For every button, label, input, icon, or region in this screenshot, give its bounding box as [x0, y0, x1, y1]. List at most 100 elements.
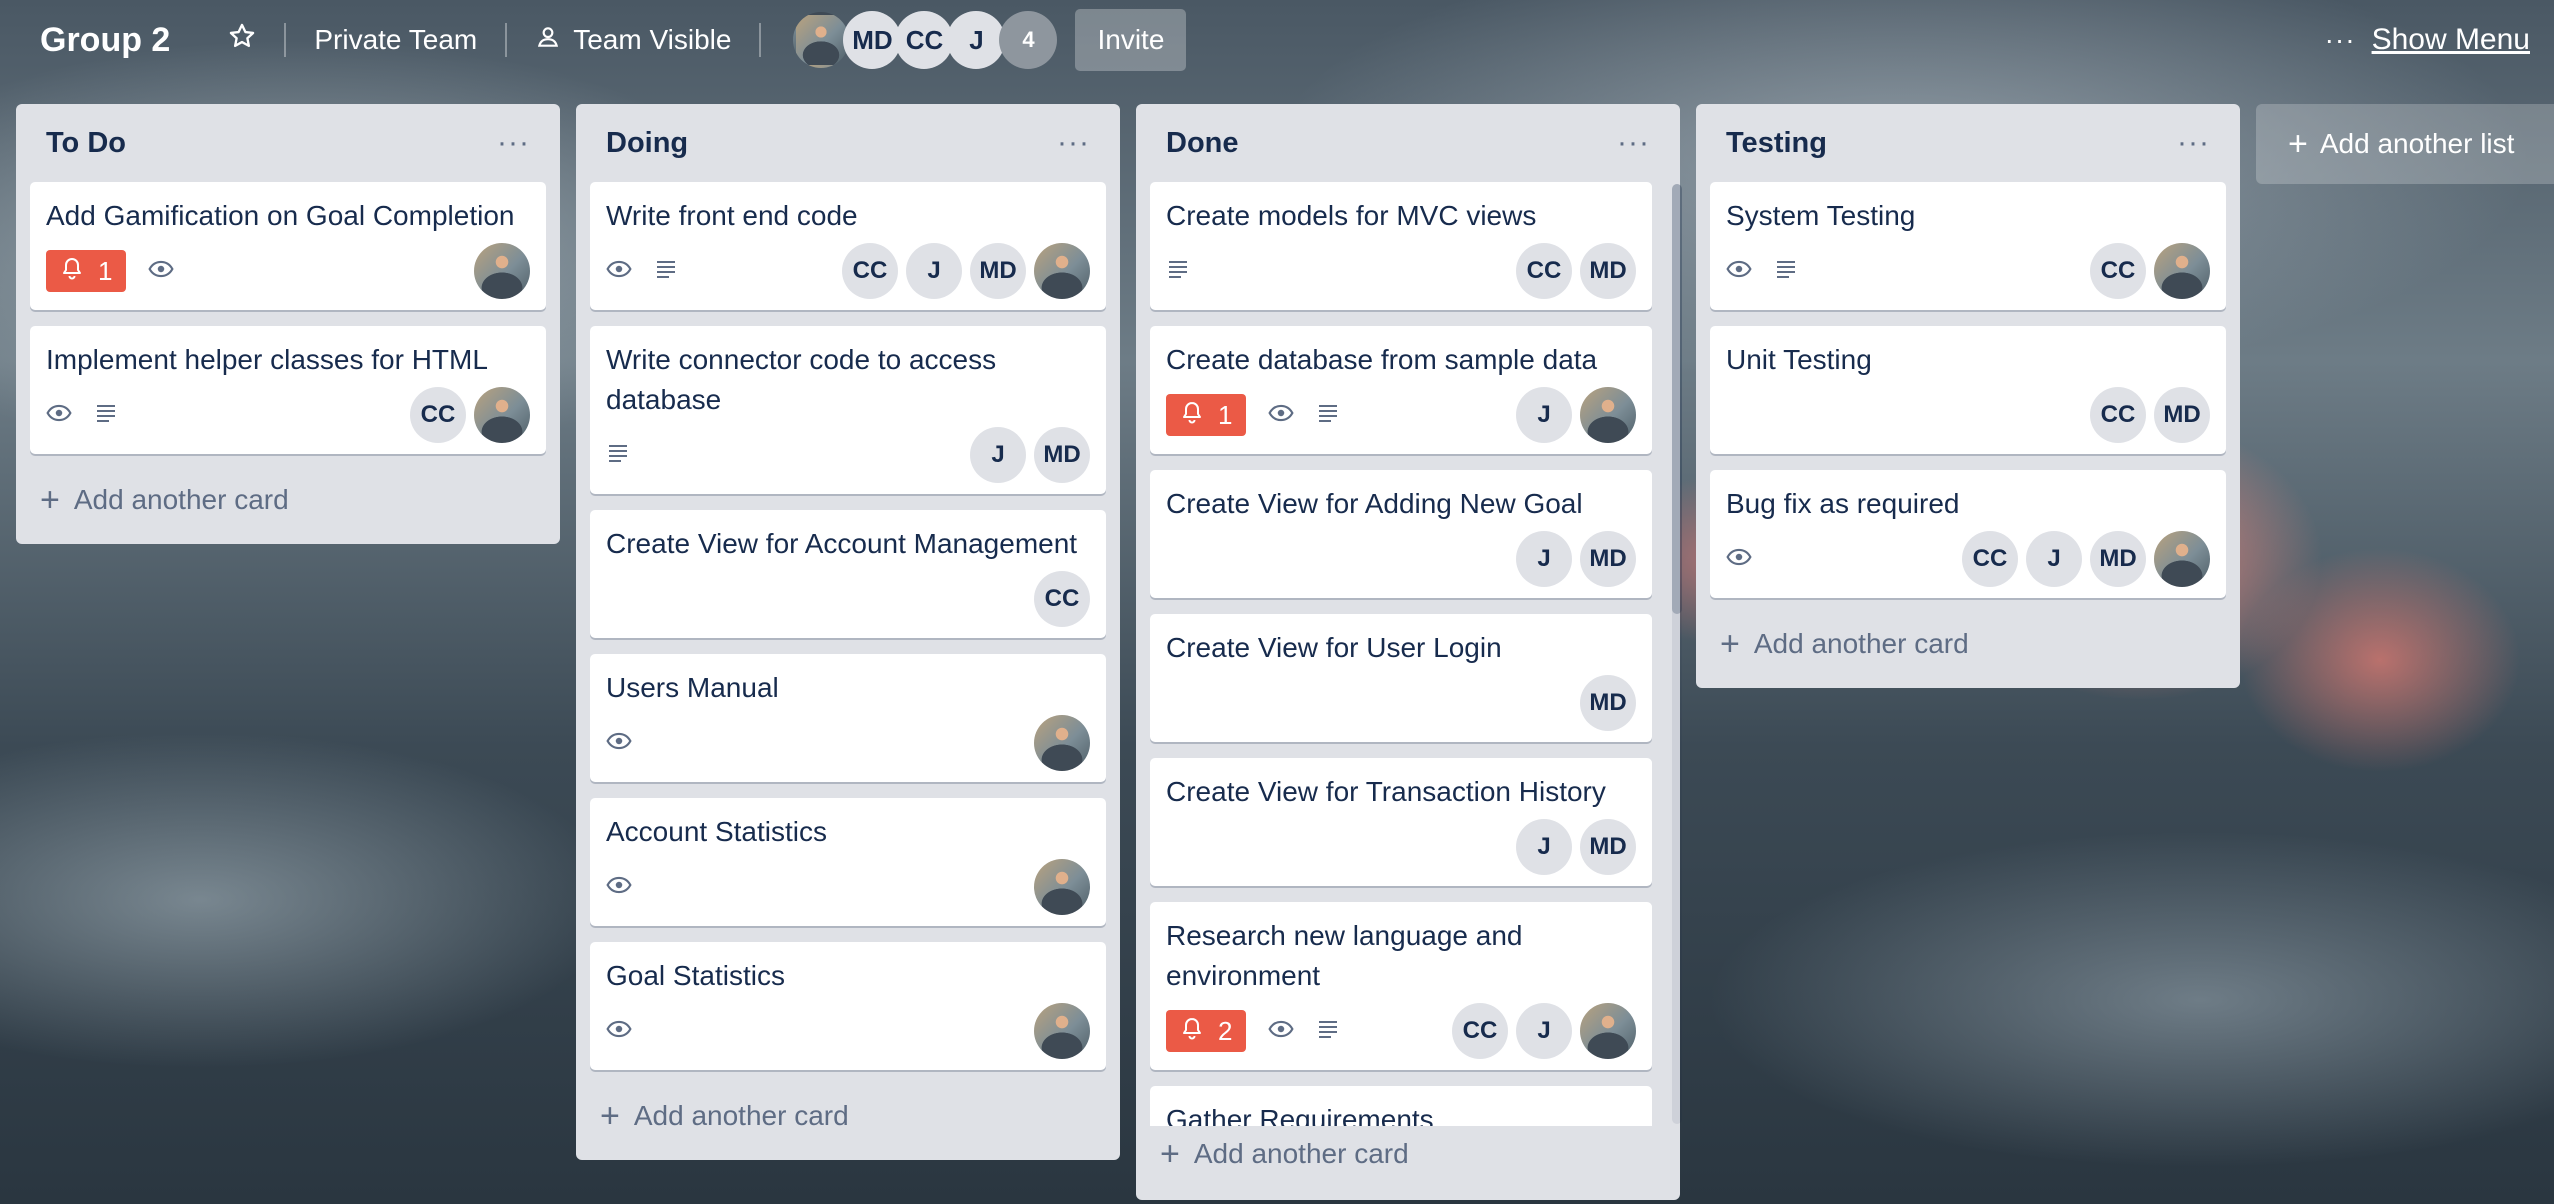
- card[interactable]: Create View for Account Management CC: [590, 510, 1106, 638]
- list-header[interactable]: Doing ···: [590, 104, 1106, 182]
- list-menu-icon[interactable]: ···: [1617, 126, 1650, 160]
- list-scroll-area[interactable]: Create models for MVC views CC MD Create da…: [1150, 182, 1666, 1126]
- add-card-button[interactable]: + Add another card: [30, 470, 546, 530]
- member-avatar[interactable]: J: [1516, 387, 1572, 443]
- card-title: Create models for MVC views: [1166, 200, 1537, 231]
- card[interactable]: Goal Statistics: [590, 942, 1106, 1070]
- member-avatar[interactable]: J: [947, 11, 1006, 69]
- member-avatar[interactable]: MD: [1034, 427, 1090, 483]
- list-menu-icon[interactable]: ···: [1057, 126, 1090, 160]
- member-avatar[interactable]: MD: [2090, 531, 2146, 587]
- member-avatar[interactable]: J: [906, 243, 962, 299]
- add-card-button[interactable]: + Add another card: [1710, 614, 2226, 674]
- member-avatar-photo[interactable]: [1034, 1003, 1090, 1059]
- member-avatar-photo[interactable]: [1034, 859, 1090, 915]
- card-members: CC: [1034, 571, 1090, 627]
- list-header[interactable]: Testing ···: [1710, 104, 2226, 182]
- member-avatar-photo[interactable]: [474, 243, 530, 299]
- member-avatar[interactable]: MD: [1580, 243, 1636, 299]
- card-members: CC MD: [1516, 243, 1636, 299]
- member-avatar[interactable]: J: [1516, 531, 1572, 587]
- list-scrollbar[interactable]: [1672, 184, 1682, 1124]
- add-list-button[interactable]: + Add another list: [2256, 104, 2554, 184]
- member-avatar-photo[interactable]: [1580, 387, 1636, 443]
- member-avatar-photo[interactable]: [1034, 715, 1090, 771]
- member-overflow-count[interactable]: 4: [999, 11, 1058, 69]
- card-badges-row: CC J MD: [606, 242, 1090, 300]
- member-avatar-photo[interactable]: [1034, 243, 1090, 299]
- member-avatar-photo[interactable]: [2154, 531, 2210, 587]
- plus-icon: +: [2288, 125, 2308, 163]
- member-avatar[interactable]: J: [1516, 819, 1572, 875]
- member-avatar-photo[interactable]: [793, 12, 849, 68]
- scrollbar-thumb[interactable]: [1672, 184, 1682, 614]
- card[interactable]: System Testing CC: [1710, 182, 2226, 310]
- list-title[interactable]: Doing: [606, 127, 688, 160]
- list-title[interactable]: Testing: [1726, 127, 1827, 160]
- card[interactable]: Unit Testing CC MD: [1710, 326, 2226, 454]
- member-avatar[interactable]: CC: [2090, 243, 2146, 299]
- watching-eye-icon: [1268, 1016, 1295, 1047]
- star-button[interactable]: [214, 12, 270, 68]
- card[interactable]: Add Gamification on Goal Completion 1: [30, 182, 546, 310]
- card[interactable]: Gather Requirements: [1150, 1086, 1652, 1126]
- plus-icon: +: [600, 1097, 620, 1135]
- card[interactable]: Write connector code to access database J…: [590, 326, 1106, 494]
- member-avatar[interactable]: CC: [2090, 387, 2146, 443]
- member-avatar[interactable]: MD: [970, 243, 1026, 299]
- list-header[interactable]: To Do ···: [30, 104, 546, 182]
- add-card-button[interactable]: + Add another card: [1150, 1126, 1666, 1182]
- card[interactable]: Account Statistics: [590, 798, 1106, 926]
- list-header[interactable]: Done ···: [1150, 104, 1666, 182]
- member-avatar[interactable]: MD: [2154, 387, 2210, 443]
- member-avatar-photo[interactable]: [2154, 243, 2210, 299]
- card[interactable]: Create models for MVC views CC MD: [1150, 182, 1652, 310]
- card[interactable]: Create View for Adding New Goal J MD: [1150, 470, 1652, 598]
- member-avatar-photo[interactable]: [1580, 1003, 1636, 1059]
- add-card-button[interactable]: + Add another card: [590, 1086, 1106, 1146]
- list-title[interactable]: Done: [1166, 127, 1239, 160]
- list-menu-icon[interactable]: ···: [497, 126, 530, 160]
- card-badges: [606, 872, 632, 903]
- list-done: Done ··· Create models for MVC views CC MD…: [1136, 104, 1682, 1200]
- member-avatar[interactable]: J: [1516, 1003, 1572, 1059]
- card[interactable]: Bug fix as required CC J MD: [1710, 470, 2226, 598]
- member-avatar[interactable]: J: [970, 427, 1026, 483]
- member-avatar[interactable]: MD: [843, 11, 902, 69]
- team-button[interactable]: Private Team: [300, 12, 491, 68]
- card[interactable]: Create database from sample data 1 J: [1150, 326, 1652, 454]
- notification-badge[interactable]: 2: [1166, 1010, 1247, 1052]
- card[interactable]: Create View for User Login MD: [1150, 614, 1652, 742]
- notification-badge[interactable]: 1: [46, 250, 127, 292]
- member-avatar-photo[interactable]: [474, 387, 530, 443]
- member-avatar[interactable]: CC: [895, 11, 954, 69]
- visibility-button[interactable]: Team Visible: [521, 12, 745, 68]
- member-avatar[interactable]: CC: [1034, 571, 1090, 627]
- card-badges: [606, 441, 630, 470]
- member-avatar[interactable]: CC: [1962, 531, 2018, 587]
- card[interactable]: Users Manual: [590, 654, 1106, 782]
- menu-dots-icon[interactable]: ···: [2325, 24, 2356, 56]
- member-avatar[interactable]: MD: [1580, 675, 1636, 731]
- member-avatar[interactable]: CC: [410, 387, 466, 443]
- board-title[interactable]: Group 2: [40, 21, 170, 60]
- card-badges-row: J MD: [1166, 818, 1636, 876]
- member-avatar[interactable]: MD: [1580, 531, 1636, 587]
- card[interactable]: Research new language and environment 2 CC…: [1150, 902, 1652, 1070]
- card-badges: 1: [1166, 394, 1340, 436]
- member-avatar[interactable]: CC: [842, 243, 898, 299]
- card-badges: [606, 256, 678, 287]
- member-avatar[interactable]: CC: [1452, 1003, 1508, 1059]
- card[interactable]: Implement helper classes for HTML CC: [30, 326, 546, 454]
- show-menu-link[interactable]: Show Menu: [2372, 23, 2530, 57]
- member-avatar[interactable]: MD: [1580, 819, 1636, 875]
- member-avatar[interactable]: J: [2026, 531, 2082, 587]
- invite-button[interactable]: Invite: [1075, 9, 1187, 71]
- card[interactable]: Create View for Transaction History J MD: [1150, 758, 1652, 886]
- list-title[interactable]: To Do: [46, 127, 126, 160]
- member-avatar[interactable]: CC: [1516, 243, 1572, 299]
- card[interactable]: Write front end code CC J MD: [590, 182, 1106, 310]
- list-menu-icon[interactable]: ···: [2177, 126, 2210, 160]
- card-badges-row: MD: [1166, 674, 1636, 732]
- notification-badge[interactable]: 1: [1166, 394, 1247, 436]
